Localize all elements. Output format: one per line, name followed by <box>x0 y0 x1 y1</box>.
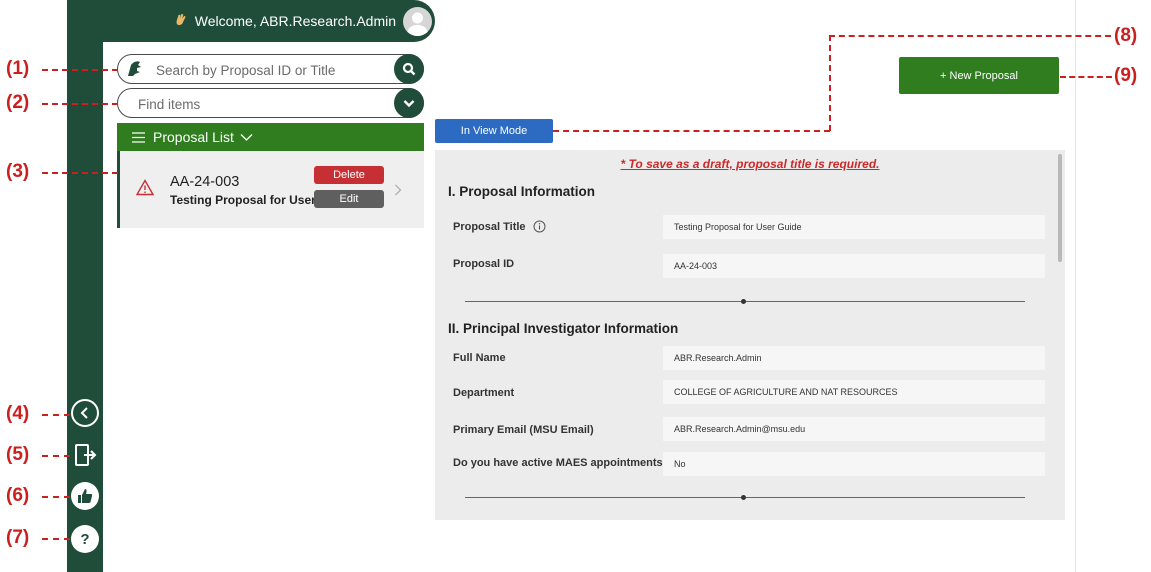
exit-icon <box>75 444 97 466</box>
section-title-principal-investigator: II. Principal Investigator Information <box>448 321 679 336</box>
new-proposal-button[interactable]: + New Proposal <box>899 57 1059 94</box>
user-avatar[interactable] <box>403 6 432 36</box>
feedback-button[interactable] <box>71 482 99 510</box>
callout-label-1: (1) <box>6 58 30 79</box>
field-label-department: Department <box>453 387 515 399</box>
search-icon <box>402 62 416 76</box>
callout-line-7 <box>42 538 70 540</box>
list-icon <box>132 131 145 143</box>
chevron-down-icon <box>240 133 253 142</box>
section-title-proposal-information: I. Proposal Information <box>448 184 596 199</box>
user-icon <box>407 12 428 36</box>
edit-button[interactable]: Edit <box>314 190 384 208</box>
field-label-full-name: Full Name <box>453 352 506 364</box>
divider-dot <box>741 299 746 304</box>
question-mark-icon: ? <box>80 530 90 548</box>
callout-line-9 <box>1060 76 1112 78</box>
callout-line-8-horizontal <box>553 130 830 132</box>
proposal-id: AA-24-003 <box>170 174 240 190</box>
thumbs-up-icon <box>78 489 93 503</box>
callout-line-8 <box>829 35 1111 37</box>
callout-line-4 <box>42 414 70 416</box>
delete-button[interactable]: Delete <box>314 166 384 184</box>
filter-box <box>117 88 424 118</box>
find-items-input[interactable] <box>136 94 390 114</box>
form-scrollbar[interactable] <box>1058 154 1062 262</box>
chevron-right-icon <box>394 183 402 201</box>
field-label-maes-appointments: Do you have active MAES appointments? <box>453 457 670 469</box>
field-value-proposal-title[interactable]: Testing Proposal for User Guide <box>663 215 1045 239</box>
collapse-sidebar-button[interactable] <box>71 399 99 427</box>
top-bar: Welcome, ABR.Research.Admin <box>67 0 435 42</box>
callout-label-3: (3) <box>6 161 30 182</box>
callout-line-5 <box>42 455 70 457</box>
callout-label-2: (2) <box>6 92 30 113</box>
proposal-list-header[interactable]: Proposal List <box>117 123 424 151</box>
proposal-list-title: Proposal List <box>153 129 234 145</box>
field-value-primary-email[interactable]: ABR.Research.Admin@msu.edu <box>663 417 1045 441</box>
field-label-proposal-title: Proposal Title <box>453 220 546 233</box>
callout-label-5: (5) <box>6 444 30 465</box>
welcome-area: Welcome, ABR.Research.Admin <box>67 0 432 42</box>
info-icon[interactable] <box>533 220 546 233</box>
callout-label-6: (6) <box>6 485 30 506</box>
waving-hand-icon <box>173 12 188 30</box>
help-button[interactable]: ? <box>71 525 99 553</box>
proposal-list-item[interactable]: AA-24-003 Testing Proposal for User Dele… <box>117 151 424 228</box>
warning-icon <box>135 179 155 201</box>
chevron-left-icon <box>80 407 88 419</box>
spartan-logo-icon <box>125 59 145 84</box>
callout-label-8: (8) <box>1114 25 1138 46</box>
search-input[interactable] <box>154 60 390 80</box>
proposal-title: Testing Proposal for User <box>170 193 316 207</box>
callout-line-3 <box>42 172 118 174</box>
callout-label-9: (9) <box>1114 65 1138 86</box>
page-edge <box>1075 0 1076 572</box>
field-value-full-name[interactable]: ABR.Research.Admin <box>663 346 1045 370</box>
field-label-proposal-id: Proposal ID <box>453 258 515 270</box>
callout-label-4: (4) <box>6 403 30 424</box>
field-label-primary-email: Primary Email (MSU Email) <box>453 424 594 436</box>
search-box <box>117 54 424 84</box>
callout-line-1 <box>42 69 118 71</box>
callout-line-8-vertical <box>829 35 831 131</box>
field-value-proposal-id[interactable]: AA-24-003 <box>663 254 1045 278</box>
chevron-down-icon <box>403 100 415 108</box>
field-value-maes-appointments[interactable]: No <box>663 452 1045 476</box>
search-button[interactable] <box>394 54 424 84</box>
welcome-text: Welcome, ABR.Research.Admin <box>194 13 396 29</box>
callout-label-7: (7) <box>6 527 30 548</box>
logout-button[interactable] <box>71 441 99 469</box>
proposal-form: * To save as a draft, proposal title is … <box>435 150 1065 520</box>
draft-notice: * To save as a draft, proposal title is … <box>620 157 880 171</box>
view-mode-button[interactable]: In View Mode <box>435 119 553 143</box>
callout-line-2 <box>42 103 118 105</box>
field-value-department[interactable]: COLLEGE OF AGRICULTURE AND NAT RESOURCES <box>663 380 1045 404</box>
divider-dot <box>741 495 746 500</box>
callout-line-6 <box>42 496 70 498</box>
filter-dropdown-button[interactable] <box>394 88 424 118</box>
